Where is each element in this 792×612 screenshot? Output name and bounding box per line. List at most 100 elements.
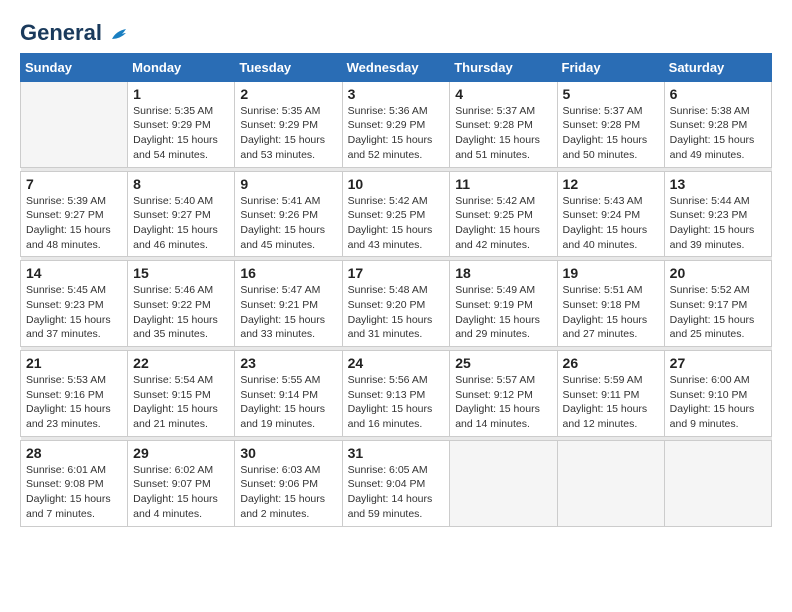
day-detail: Sunrise: 5:36 AMSunset: 9:29 PMDaylight:… [348,104,445,163]
day-number: 6 [670,86,766,102]
calendar-cell: 25 Sunrise: 5:57 AMSunset: 9:12 PMDayligh… [450,351,557,437]
logo-text: General [20,20,130,47]
day-detail: Sunrise: 6:01 AMSunset: 9:08 PMDaylight:… [26,463,122,522]
calendar-cell: 18Sunrise: 5:49 AMSunset: 9:19 PMDayligh… [450,261,557,347]
day-detail: Sunrise: 5:37 AMSunset: 9:28 PMDaylight:… [563,104,659,163]
day-number: 1 [133,86,229,102]
weekday-header-friday: Friday [557,53,664,81]
day-number: 15 [133,265,229,281]
calendar-cell: 16 Sunrise: 5:47 AMSunset: 9:21 PMDayligh… [235,261,342,347]
calendar-cell: 12 Sunrise: 5:43 AMSunset: 9:24 PMDayligh… [557,171,664,257]
day-detail: Sunrise: 5:54 AMSunset: 9:15 PMDaylight:… [133,373,229,432]
weekday-header-saturday: Saturday [664,53,771,81]
day-detail: Sunrise: 5:48 AMSunset: 9:20 PMDaylight:… [348,283,445,342]
calendar-cell: 3 Sunrise: 5:36 AMSunset: 9:29 PMDaylight… [342,81,450,167]
day-detail: Sunrise: 5:51 AMSunset: 9:18 PMDaylight:… [563,283,659,342]
day-number: 29 [133,445,229,461]
weekday-header-row: SundayMondayTuesdayWednesdayThursdayFrid… [21,53,772,81]
day-detail: Sunrise: 6:05 AMSunset: 9:04 PMDaylight:… [348,463,445,522]
calendar-week-row: 21 Sunrise: 5:53 AMSunset: 9:16 PMDayligh… [21,351,772,437]
calendar-week-row: 1 Sunrise: 5:35 AMSunset: 9:29 PMDaylight… [21,81,772,167]
logo-bird-icon [108,25,130,47]
day-detail: Sunrise: 5:35 AMSunset: 9:29 PMDaylight:… [240,104,336,163]
day-detail: Sunrise: 5:42 AMSunset: 9:25 PMDaylight:… [455,194,551,253]
day-detail: Sunrise: 5:56 AMSunset: 9:13 PMDaylight:… [348,373,445,432]
calendar-cell [450,440,557,526]
day-number: 22 [133,355,229,371]
day-detail: Sunrise: 5:46 AMSunset: 9:22 PMDaylight:… [133,283,229,342]
day-number: 16 [240,265,336,281]
calendar-cell: 1 Sunrise: 5:35 AMSunset: 9:29 PMDaylight… [128,81,235,167]
calendar-cell: 6 Sunrise: 5:38 AMSunset: 9:28 PMDaylight… [664,81,771,167]
day-detail: Sunrise: 5:52 AMSunset: 9:17 PMDaylight:… [670,283,766,342]
calendar-cell [664,440,771,526]
day-number: 4 [455,86,551,102]
calendar-cell: 14 Sunrise: 5:45 AMSunset: 9:23 PMDayligh… [21,261,128,347]
calendar-cell: 9Sunrise: 5:41 AMSunset: 9:26 PMDaylight… [235,171,342,257]
day-detail: Sunrise: 5:42 AMSunset: 9:25 PMDaylight:… [348,194,445,253]
day-detail: Sunrise: 5:39 AMSunset: 9:27 PMDaylight:… [26,194,122,253]
weekday-header-tuesday: Tuesday [235,53,342,81]
day-detail: Sunrise: 5:37 AMSunset: 9:28 PMDaylight:… [455,104,551,163]
day-number: 10 [348,176,445,192]
calendar-cell: 30Sunrise: 6:03 AMSunset: 9:06 PMDayligh… [235,440,342,526]
day-number: 11 [455,176,551,192]
day-number: 23 [240,355,336,371]
day-detail: Sunrise: 5:35 AMSunset: 9:29 PMDaylight:… [133,104,229,163]
day-detail: Sunrise: 5:53 AMSunset: 9:16 PMDaylight:… [26,373,122,432]
day-detail: Sunrise: 5:55 AMSunset: 9:14 PMDaylight:… [240,373,336,432]
day-detail: Sunrise: 5:47 AMSunset: 9:21 PMDaylight:… [240,283,336,342]
day-number: 26 [563,355,659,371]
day-detail: Sunrise: 5:57 AMSunset: 9:12 PMDaylight:… [455,373,551,432]
calendar-week-row: 7Sunrise: 5:39 AMSunset: 9:27 PMDaylight… [21,171,772,257]
calendar-cell: 26 Sunrise: 5:59 AMSunset: 9:11 PMDayligh… [557,351,664,437]
calendar-cell: 17 Sunrise: 5:48 AMSunset: 9:20 PMDayligh… [342,261,450,347]
day-detail: Sunrise: 6:02 AMSunset: 9:07 PMDaylight:… [133,463,229,522]
day-detail: Sunrise: 5:43 AMSunset: 9:24 PMDaylight:… [563,194,659,253]
calendar-cell: 31 Sunrise: 6:05 AMSunset: 9:04 PMDayligh… [342,440,450,526]
day-detail: Sunrise: 5:45 AMSunset: 9:23 PMDaylight:… [26,283,122,342]
day-number: 2 [240,86,336,102]
day-detail: Sunrise: 5:59 AMSunset: 9:11 PMDaylight:… [563,373,659,432]
calendar-cell: 23 Sunrise: 5:55 AMSunset: 9:14 PMDayligh… [235,351,342,437]
day-number: 31 [348,445,445,461]
weekday-header-wednesday: Wednesday [342,53,450,81]
day-detail: Sunrise: 5:40 AMSunset: 9:27 PMDaylight:… [133,194,229,253]
calendar-cell: 22 Sunrise: 5:54 AMSunset: 9:15 PMDayligh… [128,351,235,437]
calendar-cell: 19 Sunrise: 5:51 AMSunset: 9:18 PMDayligh… [557,261,664,347]
day-detail: Sunrise: 5:38 AMSunset: 9:28 PMDaylight:… [670,104,766,163]
day-number: 9 [240,176,336,192]
day-number: 13 [670,176,766,192]
calendar-cell: 29 Sunrise: 6:02 AMSunset: 9:07 PMDayligh… [128,440,235,526]
day-number: 12 [563,176,659,192]
calendar-cell: 4 Sunrise: 5:37 AMSunset: 9:28 PMDaylight… [450,81,557,167]
calendar-cell: 11 Sunrise: 5:42 AMSunset: 9:25 PMDayligh… [450,171,557,257]
calendar-cell: 10 Sunrise: 5:42 AMSunset: 9:25 PMDayligh… [342,171,450,257]
calendar-table: SundayMondayTuesdayWednesdayThursdayFrid… [20,53,772,527]
calendar-cell: 5Sunrise: 5:37 AMSunset: 9:28 PMDaylight… [557,81,664,167]
calendar-week-row: 14 Sunrise: 5:45 AMSunset: 9:23 PMDayligh… [21,261,772,347]
day-number: 3 [348,86,445,102]
day-number: 14 [26,265,122,281]
weekday-header-monday: Monday [128,53,235,81]
calendar-cell: 21 Sunrise: 5:53 AMSunset: 9:16 PMDayligh… [21,351,128,437]
day-number: 19 [563,265,659,281]
day-number: 17 [348,265,445,281]
day-detail: Sunrise: 6:00 AMSunset: 9:10 PMDaylight:… [670,373,766,432]
day-number: 21 [26,355,122,371]
calendar-cell: 20 Sunrise: 5:52 AMSunset: 9:17 PMDayligh… [664,261,771,347]
weekday-header-thursday: Thursday [450,53,557,81]
day-number: 25 [455,355,551,371]
day-number: 20 [670,265,766,281]
weekday-header-sunday: Sunday [21,53,128,81]
logo: General [20,20,130,43]
day-detail: Sunrise: 5:49 AMSunset: 9:19 PMDaylight:… [455,283,551,342]
calendar-cell: 15 Sunrise: 5:46 AMSunset: 9:22 PMDayligh… [128,261,235,347]
day-number: 24 [348,355,445,371]
calendar-week-row: 28Sunrise: 6:01 AMSunset: 9:08 PMDayligh… [21,440,772,526]
calendar-cell [557,440,664,526]
calendar-cell: 7Sunrise: 5:39 AMSunset: 9:27 PMDaylight… [21,171,128,257]
day-detail: Sunrise: 6:03 AMSunset: 9:06 PMDaylight:… [240,463,336,522]
day-number: 27 [670,355,766,371]
day-number: 8 [133,176,229,192]
